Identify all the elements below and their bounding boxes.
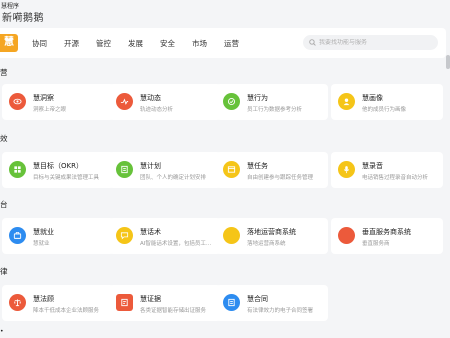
card-description: 慧就业 — [33, 241, 50, 247]
app-card-慧洞察[interactable]: 慧洞察 洞察上帝之眼 — [2, 84, 114, 120]
app-card-慧画像[interactable]: 慧画像 他的成员行为画像 — [331, 84, 443, 120]
nav-item-运营[interactable]: 运营 — [224, 38, 239, 49]
section-label: 台 — [0, 200, 8, 209]
card-description: 有法律效力的电子合同签署 — [247, 308, 314, 314]
card-description: 自由创建参与跟踪任务管理 — [247, 175, 314, 181]
operator-icon — [223, 227, 240, 244]
behavior-icon — [223, 93, 240, 110]
card-title: 落地运营商系统 — [247, 228, 296, 236]
card-description: AI智能话术设置，包括员工话术 — [140, 241, 216, 247]
card-title: 慧洞察 — [33, 94, 54, 102]
card-title: 垂直服务商系统 — [362, 228, 411, 236]
section-label: 律 — [0, 267, 8, 276]
portrait-icon — [338, 93, 355, 110]
nav-item-协同[interactable]: 协同 — [32, 38, 47, 49]
card-description: 目标与关键成果法管理工具 — [33, 175, 100, 181]
app-card-慧合同[interactable]: 慧合同 有法律效力的电子合同签署 — [216, 285, 328, 321]
app-card-慧法顾[interactable]: 慧法顾 降本千低成本企业法顾服务 — [2, 285, 114, 321]
script-icon — [116, 227, 133, 244]
card-title: 慧行为 — [247, 94, 268, 102]
card-description: 他的成员行为画像 — [362, 107, 407, 113]
search-box[interactable] — [303, 35, 438, 50]
nav-menu: 协同 开源 管控 发展 安全 市场 运营 — [32, 28, 256, 58]
section-label: 效 — [0, 134, 8, 143]
scrollbar-thumb[interactable] — [446, 55, 450, 69]
card-title: 慧话术 — [140, 228, 161, 236]
nav-item-开源[interactable]: 开源 — [64, 38, 79, 49]
employment-icon — [9, 227, 26, 244]
top-navbar: 慧 协同 开源 管控 发展 安全 市场 运营 — [0, 28, 446, 58]
card-description: 各类证据智能存储出证服务 — [140, 308, 207, 314]
card-description: 洞察上帝之眼 — [33, 107, 67, 113]
vertical-service-icon — [338, 227, 355, 244]
card-description: 员工行为数据参考分析 — [247, 107, 303, 113]
card-description: 电话销售过程录音自动分析 — [362, 175, 429, 181]
section-label-partial: • — [0, 328, 4, 335]
card-title: 慧任务 — [247, 162, 268, 170]
card-description: 垂直服务商 — [362, 241, 390, 247]
activity-icon — [116, 93, 133, 110]
card-description: 轨迹动态分析 — [140, 107, 174, 113]
task-icon — [223, 161, 240, 178]
app-card-慧证据[interactable]: 慧证据 各类证据智能存储出证服务 — [109, 285, 221, 321]
app-card-慧就业[interactable]: 慧就业 慧就业 — [2, 218, 114, 254]
card-title: 慧证据 — [140, 295, 161, 303]
app-card-慧录音[interactable]: 慧录音 电话销售过程录音自动分析 — [331, 152, 443, 188]
nav-item-市场[interactable]: 市场 — [192, 38, 207, 49]
app-card-慧计划[interactable]: 慧计划 团队、个人的确定计划安排 — [109, 152, 221, 188]
app-card-慧行为[interactable]: 慧行为 员工行为数据参考分析 — [216, 84, 328, 120]
card-description: 降本千低成本企业法顾服务 — [33, 308, 100, 314]
target-icon — [9, 161, 26, 178]
card-title: 慧录音 — [362, 162, 383, 170]
nav-item-安全[interactable]: 安全 — [160, 38, 175, 49]
card-title: 慧合同 — [247, 295, 268, 303]
section-label: 营 — [0, 68, 8, 77]
card-title: 慧就业 — [33, 228, 54, 236]
card-title: 慧动态 — [140, 94, 161, 102]
window-title: 新嗬鹅鹅 — [2, 13, 44, 24]
app-card-慧话术[interactable]: 慧话术 AI智能话术设置，包括员工话术 — [109, 218, 221, 254]
app-card-垂直服务商系统[interactable]: 垂直服务商系统 垂直服务商 — [331, 218, 443, 254]
card-description: 团队、个人的确定计划安排 — [140, 175, 207, 181]
card-title: 慧计划 — [140, 162, 161, 170]
card-title: 慧目标（OKR） — [33, 162, 83, 170]
eye-icon — [9, 93, 26, 110]
search-input[interactable] — [316, 39, 429, 46]
legal-advisor-icon — [9, 294, 26, 311]
card-title: 慧法顾 — [33, 295, 54, 303]
microphone-icon — [338, 161, 355, 178]
contract-icon — [223, 294, 240, 311]
app-card-慧任务[interactable]: 慧任务 自由创建参与跟踪任务管理 — [216, 152, 328, 188]
app-card-慧目标[interactable]: 慧目标（OKR） 目标与关键成果法管理工具 — [2, 152, 114, 188]
card-description: 落地运营商系统 — [247, 241, 286, 247]
card-title: 慧画像 — [362, 94, 383, 102]
evidence-icon — [116, 294, 133, 311]
app-card-落地运营商系统[interactable]: 落地运营商系统 落地运营商系统 — [216, 218, 328, 254]
title-bar: 慧程序 新嗬鹅鹅 — [0, 0, 450, 24]
logo[interactable]: 慧 — [0, 34, 18, 52]
nav-item-发展[interactable]: 发展 — [128, 38, 143, 49]
search-icon — [309, 39, 316, 46]
plan-icon — [116, 161, 133, 178]
nav-item-管控[interactable]: 管控 — [96, 38, 111, 49]
app-card-慧动态[interactable]: 慧动态 轨迹动态分析 — [109, 84, 221, 120]
